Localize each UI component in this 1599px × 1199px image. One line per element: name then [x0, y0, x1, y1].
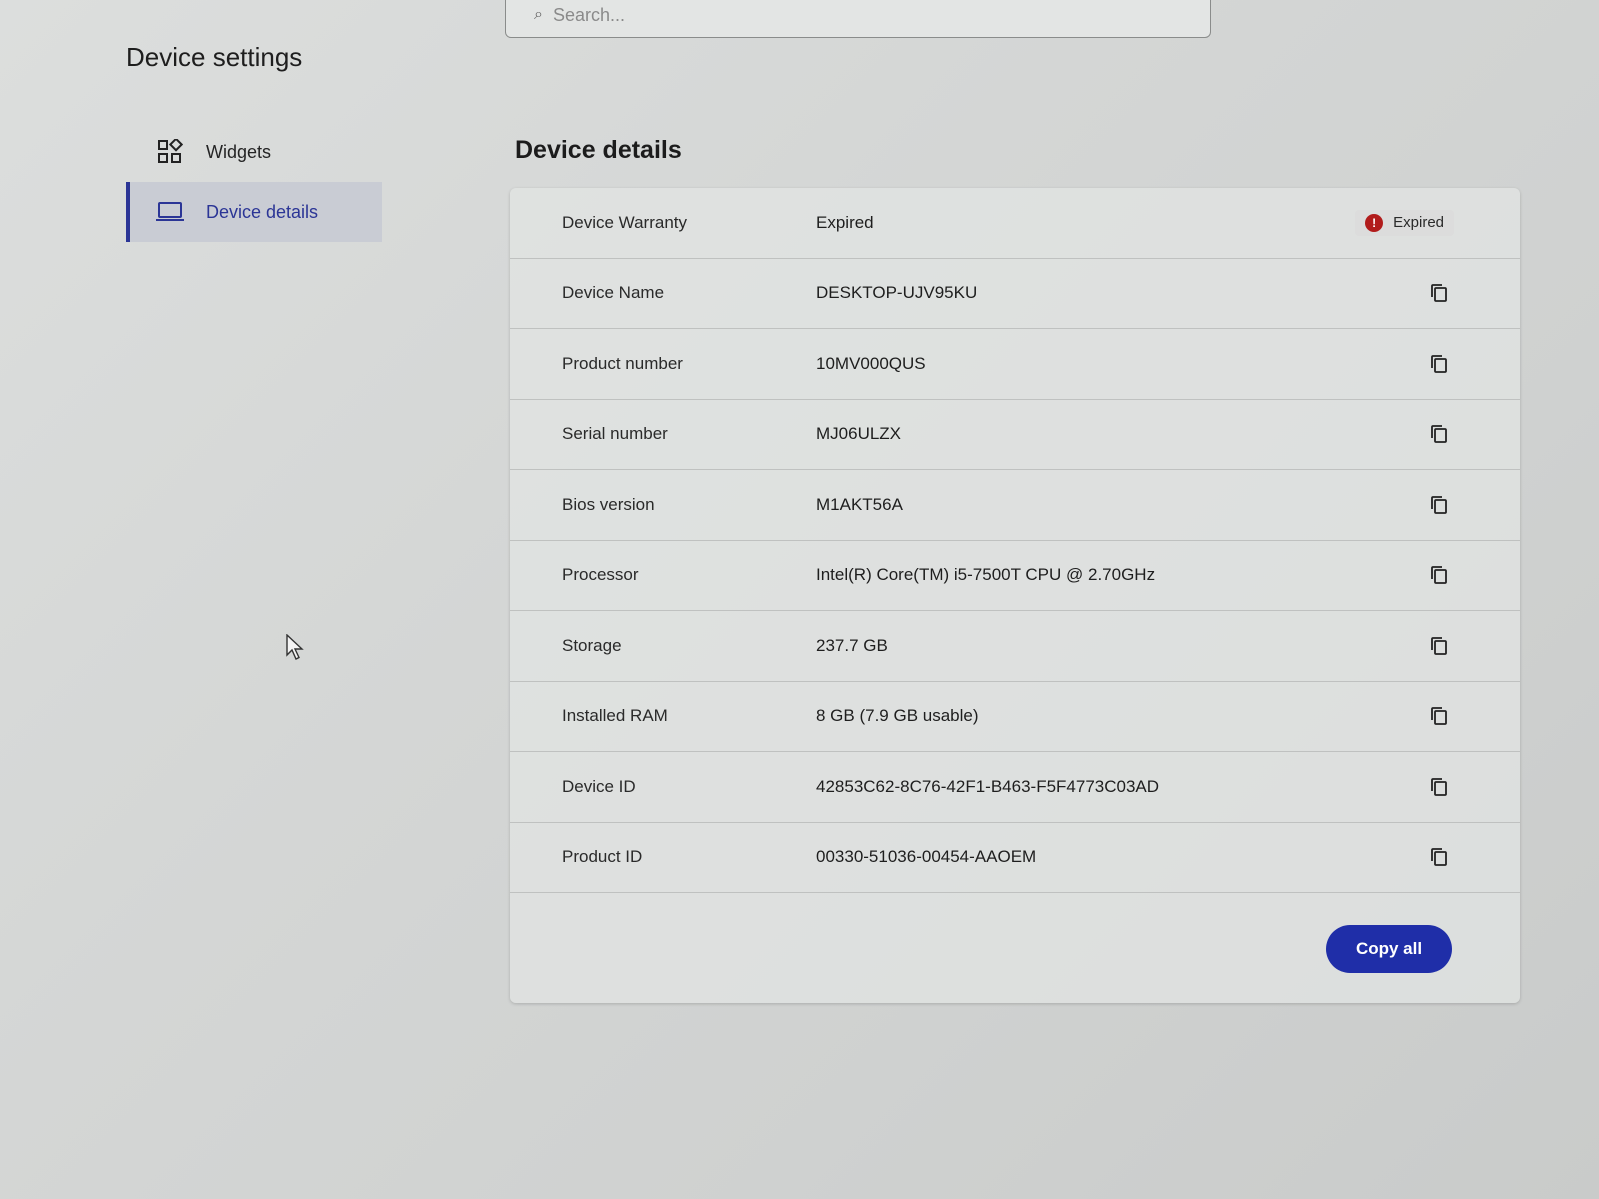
mouse-cursor-icon [286, 634, 304, 660]
sidebar: Widgets Device details [126, 122, 382, 242]
copy-icon [1431, 354, 1447, 373]
detail-row-product-id: Product ID 00330-51036-00454-AAOEM [510, 823, 1520, 893]
row-label: Device ID [562, 776, 636, 796]
copy-icon [1431, 848, 1447, 867]
detail-row-bios-version: Bios version M1AKT56A [510, 470, 1520, 541]
copy-icon [1431, 777, 1447, 796]
row-label: Processor [562, 565, 639, 585]
row-value: Expired [816, 212, 874, 232]
sidebar-item-label: Widgets [206, 141, 272, 162]
sidebar-item-label: Device details [206, 201, 319, 222]
row-value: MJ06ULZX [816, 424, 902, 444]
detail-row-storage: Storage 237.7 GB [510, 611, 1520, 682]
copy-icon [1431, 495, 1447, 514]
copy-button[interactable] [1426, 280, 1452, 306]
detail-row-device-id: Device ID 42853C62-8C76-42F1-B463-F5F477… [510, 752, 1520, 823]
copy-button[interactable] [1426, 492, 1452, 518]
row-label: Installed RAM [562, 706, 668, 726]
device-details-card: Device Warranty Expired ! Expired Device… [510, 188, 1520, 1003]
copy-icon [1431, 636, 1447, 655]
copy-button[interactable] [1426, 351, 1452, 377]
detail-row-product-number: Product number 10MV000QUS [510, 329, 1520, 400]
status-badge-label: Expired [1393, 214, 1444, 232]
widgets-icon [156, 139, 184, 164]
alert-icon: ! [1365, 213, 1384, 232]
search-box[interactable]: ⌕ Search... [505, 0, 1211, 38]
sidebar-item-widgets[interactable]: Widgets [126, 122, 382, 182]
detail-row-device-name: Device Name DESKTOP-UJV95KU [510, 259, 1520, 329]
copy-icon [1431, 707, 1447, 726]
page-title: Device settings [126, 42, 303, 72]
copy-button[interactable] [1426, 562, 1452, 588]
row-value: Intel(R) Core(TM) i5-7500T CPU @ 2.70GHz [816, 565, 1156, 585]
row-label: Serial number [562, 424, 668, 444]
section-title: Device details [515, 136, 682, 164]
sidebar-item-device-details[interactable]: Device details [126, 182, 382, 242]
row-label: Product number [562, 353, 683, 373]
copy-icon [1431, 425, 1447, 444]
copy-button[interactable] [1426, 774, 1452, 800]
row-value: DESKTOP-UJV95KU [816, 283, 978, 303]
row-value: 00330-51036-00454-AAOEM [816, 847, 1037, 867]
copy-icon [1431, 284, 1447, 303]
copy-button[interactable] [1426, 421, 1452, 447]
copy-all-button[interactable]: Copy all [1326, 925, 1452, 973]
row-label: Device Warranty [562, 212, 688, 232]
detail-row-serial-number: Serial number MJ06ULZX [510, 400, 1520, 470]
row-value: 8 GB (7.9 GB usable) [816, 706, 979, 726]
search-icon: ⌕ [534, 6, 543, 23]
detail-row-warranty: Device Warranty Expired ! Expired [510, 188, 1520, 259]
row-value: 10MV000QUS [816, 353, 926, 373]
row-value: M1AKT56A [816, 494, 903, 514]
search-placeholder: Search... [552, 4, 626, 25]
copy-button[interactable] [1426, 703, 1452, 729]
row-label: Product ID [562, 847, 643, 867]
copy-button[interactable] [1426, 844, 1452, 870]
copy-icon [1431, 566, 1447, 585]
copy-button[interactable] [1426, 633, 1452, 659]
row-label: Storage [562, 635, 622, 655]
row-label: Device Name [562, 283, 665, 303]
row-value: 237.7 GB [816, 635, 888, 655]
laptop-icon [156, 200, 184, 224]
row-value: 42853C62-8C76-42F1-B463-F5F4773C03AD [816, 776, 1160, 796]
detail-row-installed-ram: Installed RAM 8 GB (7.9 GB usable) [510, 682, 1520, 752]
row-label: Bios version [562, 494, 655, 514]
status-badge: ! Expired [1355, 209, 1454, 236]
detail-row-processor: Processor Intel(R) Core(TM) i5-7500T CPU… [510, 541, 1520, 611]
